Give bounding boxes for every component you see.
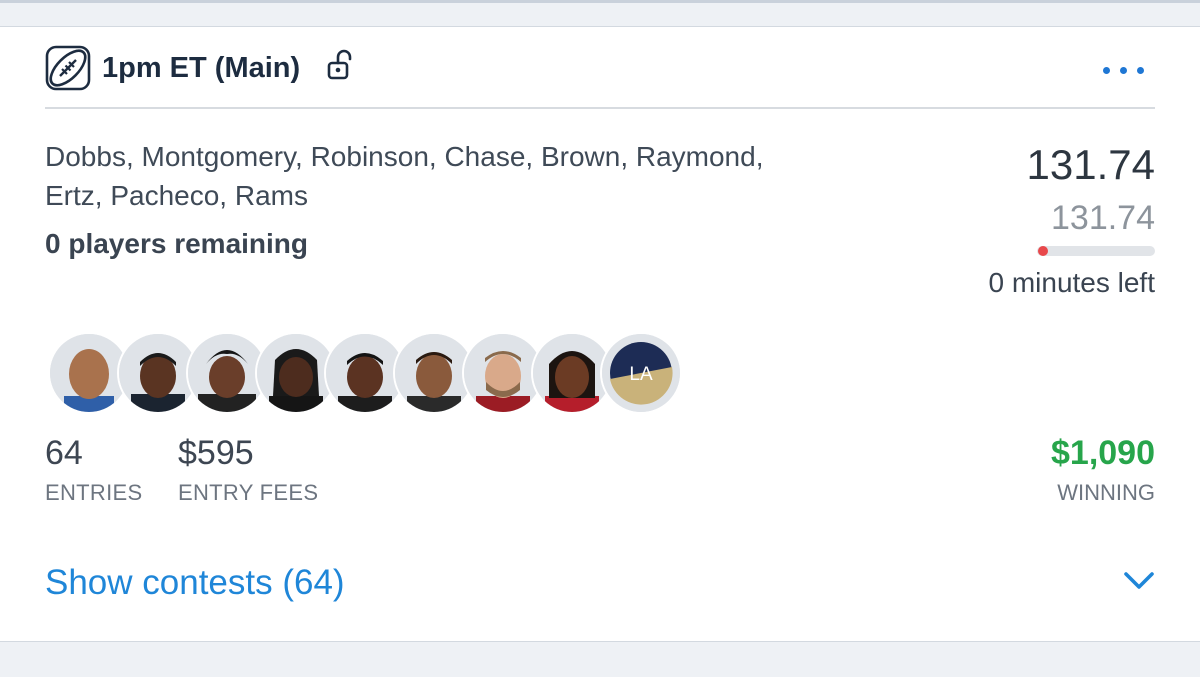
lineup-player-names: Dobbs, Montgomery, Robinson, Chase, Brow… [45,137,915,215]
time-left: 0 minutes left [988,267,1155,298]
entries-value: 64 [45,434,83,472]
lineup-score: 131.74 [1026,141,1155,188]
players-remaining: 0 players remaining [45,228,309,259]
card-header: 1pm ET (Main) [45,43,1155,109]
winning-label: WINNING [1057,480,1155,505]
entry-fees-value: $595 [178,434,254,472]
names-line-1: Dobbs, Montgomery, Robinson, Chase, Brow… [45,141,764,172]
more-options-button[interactable] [1099,59,1149,79]
top-divider [0,0,1200,3]
winning-value: $1,090 [1051,434,1155,472]
team-logo-text: LA [629,364,653,385]
entries-label: ENTRIES [45,480,143,505]
progress-indicator [1038,246,1048,256]
more-dots-icon [1103,67,1110,74]
slate-title: 1pm ET (Main) [102,52,301,84]
entry-fees-label: ENTRY FEES [178,480,319,505]
player-avatars: LA [48,332,688,418]
time-progress-bar [1037,246,1155,256]
team-logo-rams[interactable]: LA [600,332,682,414]
chevron-down-icon[interactable] [1122,565,1156,595]
football-icon [45,45,91,91]
show-contests-link[interactable]: Show contests (64) [45,563,345,603]
names-line-2: Ertz, Pacheco, Rams [45,180,308,211]
unlock-icon [327,49,352,80]
lineup-card: 1pm ET (Main) Dobbs, Montgomery, Robinso… [0,26,1200,642]
projected-score: 131.74 [1051,199,1155,237]
